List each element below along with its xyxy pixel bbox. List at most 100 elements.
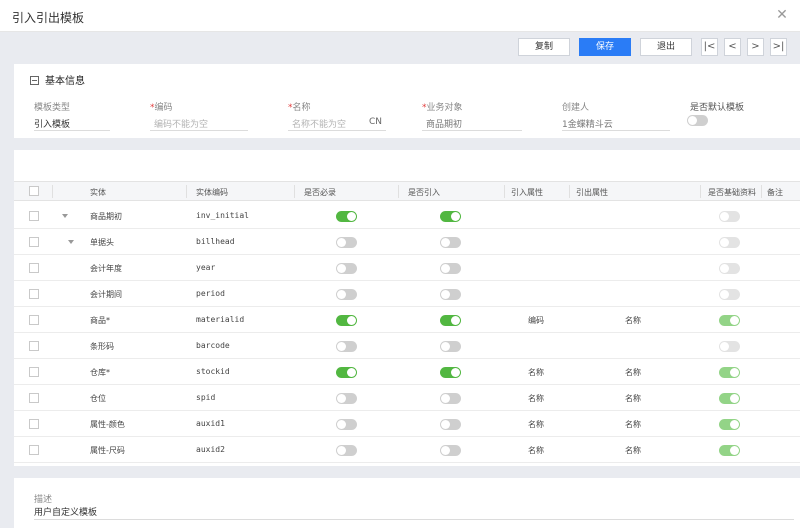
row-checkbox[interactable] [29,289,39,299]
cell-import-attr[interactable]: 编码 [528,315,544,326]
cell-import-attr[interactable]: 名称 [528,367,544,378]
col-export-attr[interactable]: 引出属性 [576,187,608,198]
col-entity[interactable]: 实体 [90,187,106,198]
imported-toggle[interactable] [440,237,461,248]
expand-arrow-icon[interactable] [62,214,68,218]
language-tag[interactable]: CN [369,117,382,127]
cell-entity: 会计年度 [90,264,122,273]
select-all-checkbox[interactable] [29,186,39,196]
table-row[interactable]: 属性-尺码 auxid2 名称 名称 [14,437,800,463]
template-type-field[interactable]: 模板类型 引入模板 [34,100,110,131]
imported-toggle[interactable] [440,315,461,326]
cell-entity: 条形码 [90,342,114,351]
row-checkbox[interactable] [29,211,39,221]
prev-page-icon[interactable]: < [724,38,741,56]
table-row[interactable]: 仓位 spid 名称 名称 [14,385,800,411]
cell-entity-code: barcode [196,341,230,350]
required-toggle[interactable] [336,237,357,248]
imported-toggle[interactable] [440,263,461,274]
cell-entity-code: spid [196,393,216,402]
exit-button[interactable]: 退出 [640,38,692,56]
table-row[interactable]: 条形码 barcode [14,333,800,359]
is-basic-toggle [719,263,740,274]
col-import-attr[interactable]: 引入属性 [511,187,543,198]
row-checkbox[interactable] [29,393,39,403]
is-basic-toggle [719,419,740,430]
required-toggle[interactable] [336,393,357,404]
first-page-icon[interactable]: |< [701,38,718,56]
table-row[interactable]: 会计期间 period [14,281,800,307]
required-toggle[interactable] [336,367,357,378]
code-field[interactable]: *编码 编码不能为空 [150,100,248,131]
imported-toggle[interactable] [440,341,461,352]
expand-arrow-icon[interactable] [68,240,74,244]
is-basic-toggle [719,315,740,326]
description-label: 描述 [34,495,53,505]
close-icon[interactable]: ✕ [774,7,790,23]
required-toggle[interactable] [336,419,357,430]
row-checkbox[interactable] [29,237,39,247]
row-checkbox[interactable] [29,419,39,429]
row-checkbox[interactable] [29,263,39,273]
next-page-icon[interactable]: > [747,38,764,56]
imported-toggle[interactable] [440,367,461,378]
default-template-toggle[interactable] [687,115,708,126]
imported-toggle[interactable] [440,445,461,456]
is-basic-toggle [719,341,740,352]
col-required[interactable]: 是否必录 [304,187,336,198]
template-type-value[interactable]: 引入模板 [34,117,110,131]
toolbar: 复制 保存 退出 |< < > >| [0,32,800,62]
save-button[interactable]: 保存 [579,38,631,56]
cell-import-attr[interactable]: 名称 [528,445,544,456]
cell-entity: 属性-尺码 [90,446,125,455]
biz-object-value[interactable]: 商品期初 [422,117,522,131]
col-remark[interactable]: 备注 [767,187,783,198]
basic-info-title: 基本信息 [45,76,85,87]
table-row[interactable]: 属性-颜色 auxid1 名称 名称 [14,411,800,437]
name-field[interactable]: *名称 名称不能为空 CN [288,100,386,131]
col-imported[interactable]: 是否引入 [408,187,440,198]
is-basic-toggle [719,289,740,300]
collapse-icon[interactable] [30,76,39,85]
cell-import-attr[interactable]: 名称 [528,419,544,430]
description-input[interactable]: 用户自定义模板 [34,505,794,520]
imported-toggle[interactable] [440,419,461,430]
cell-export-attr[interactable]: 名称 [625,315,641,326]
required-toggle[interactable] [336,315,357,326]
cell-entity: 商品期初 [90,212,122,221]
imported-toggle[interactable] [440,289,461,300]
cell-import-attr[interactable]: 名称 [528,393,544,404]
basic-info-header[interactable]: 基本信息 [30,72,85,87]
default-template-field[interactable]: 是否默认模板 [687,100,770,126]
code-input[interactable]: 编码不能为空 [150,117,248,131]
table-row[interactable]: 会计年度 year [14,255,800,281]
last-page-icon[interactable]: >| [770,38,787,56]
required-toggle[interactable] [336,211,357,222]
required-toggle[interactable] [336,289,357,300]
table-row[interactable]: 商品* materialid 编码 名称 [14,307,800,333]
description-panel: 描述 用户自定义模板 [14,478,800,528]
col-entity-code[interactable]: 实体编码 [196,187,228,198]
copy-button[interactable]: 复制 [518,38,570,56]
required-toggle[interactable] [336,341,357,352]
col-is-basic[interactable]: 是否基础资料 [708,187,760,198]
cell-export-attr[interactable]: 名称 [625,445,641,456]
table-row[interactable]: 单据头 billhead [14,229,800,255]
cell-export-attr[interactable]: 名称 [625,367,641,378]
required-toggle[interactable] [336,263,357,274]
row-checkbox[interactable] [29,445,39,455]
row-checkbox[interactable] [29,341,39,351]
cell-export-attr[interactable]: 名称 [625,419,641,430]
cell-entity-code: materialid [196,315,245,324]
cell-export-attr[interactable]: 名称 [625,393,641,404]
biz-object-field[interactable]: *业务对象 商品期初 [422,100,522,131]
table-row[interactable]: 商品期初 inv_initial [14,203,800,229]
imported-toggle[interactable] [440,393,461,404]
required-toggle[interactable] [336,445,357,456]
row-checkbox[interactable] [29,367,39,377]
row-checkbox[interactable] [29,315,39,325]
creator-value: 1金蝶精斗云 [562,117,670,131]
imported-toggle[interactable] [440,211,461,222]
dialog-title: 引入引出模板 [12,11,85,25]
table-row[interactable]: 仓库* stockid 名称 名称 [14,359,800,385]
